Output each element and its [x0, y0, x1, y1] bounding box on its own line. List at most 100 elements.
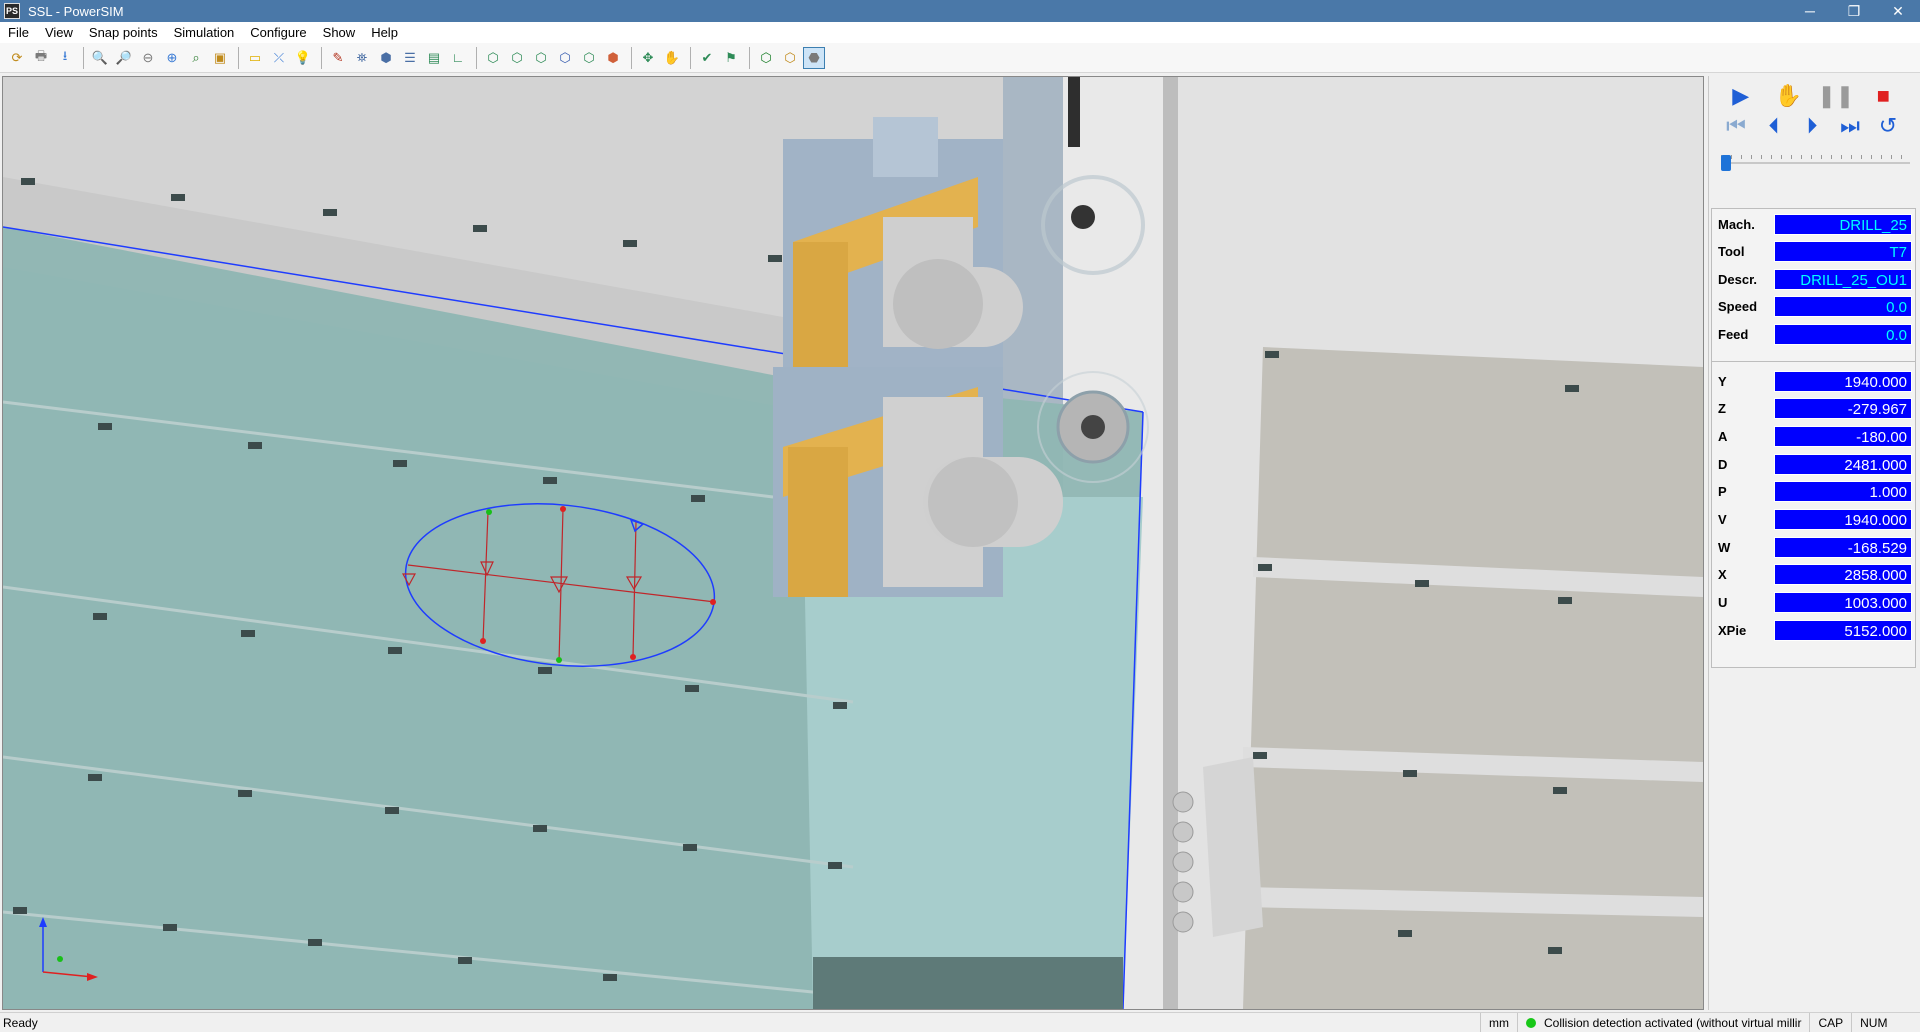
simulation-panel: ▶ ✋ ❚❚ ■ ⏮ ⏴ ⏵ ⏭ ↺ Mach. DRILL_25 Tool T7 Descr. DRI…	[1708, 76, 1918, 1010]
menu-configure[interactable]: Configure	[242, 25, 314, 40]
close-button[interactable]: ✕	[1876, 0, 1920, 22]
restore-button[interactable]: ❐	[1832, 0, 1876, 22]
3d-viewport[interactable]	[2, 76, 1704, 1010]
refresh-icon[interactable]: ⟳	[6, 47, 28, 69]
field-speed: Speed 0.0	[1712, 295, 1915, 319]
slider-ticks	[1721, 155, 1910, 159]
field-value: 5152.000	[1774, 619, 1912, 641]
field-label: Z	[1718, 401, 1726, 417]
table-icon[interactable]: ▤	[423, 47, 445, 69]
menu-show[interactable]: Show	[315, 25, 364, 40]
fit-view-icon[interactable]: ▣	[209, 47, 231, 69]
menu-view[interactable]: View	[37, 25, 81, 40]
field-p: P 1.000	[1712, 480, 1915, 504]
field-label: Feed	[1718, 326, 1749, 342]
panel-divider	[1712, 361, 1915, 362]
zoom-in-icon[interactable]: 🔍	[89, 47, 111, 69]
light-icon[interactable]: 💡	[292, 47, 314, 69]
field-label: X	[1718, 567, 1727, 583]
zoom-plus-icon[interactable]: ⊕	[161, 47, 183, 69]
view-right-icon[interactable]: ⬡	[554, 47, 576, 69]
wire-icon[interactable]: ⬡	[779, 47, 801, 69]
field-v: V 1940.000	[1712, 508, 1915, 532]
menu-simulation[interactable]: Simulation	[166, 25, 243, 40]
playback-controls-row-1: ▶ ✋ ❚❚ ■	[1717, 81, 1907, 111]
status-collision-text: Collision detection activated (without v…	[1544, 1015, 1802, 1030]
status-ready: Ready	[3, 1015, 38, 1030]
field-feed: Feed 0.0	[1712, 322, 1915, 346]
rewind-icon[interactable]: ↺	[1871, 111, 1905, 141]
field-value: 0.0	[1774, 323, 1912, 345]
hand-icon[interactable]: ✋	[1771, 81, 1805, 111]
zoom-out-icon[interactable]: ⊖	[137, 47, 159, 69]
menu-snap-points[interactable]: Snap points	[81, 25, 166, 40]
field-value: -180.00	[1774, 425, 1912, 447]
slider-thumb[interactable]	[1721, 155, 1731, 171]
app-icon: PS	[4, 3, 20, 19]
field-z: Z -279.967	[1712, 397, 1915, 421]
field-tool: Tool T7	[1712, 240, 1915, 264]
toolbar-separator	[83, 46, 84, 69]
move-icon[interactable]: ✥	[637, 47, 659, 69]
pause-icon[interactable]: ❚❚	[1817, 81, 1854, 111]
field-value: 1.000	[1774, 481, 1912, 503]
playback-controls-row-2: ⏮ ⏴ ⏵ ⏭ ↺	[1717, 111, 1907, 141]
play-icon[interactable]: ▶	[1724, 81, 1758, 111]
view-back-icon[interactable]: ⬡	[506, 47, 528, 69]
shape-icon[interactable]: ⬡	[755, 47, 777, 69]
field-descr: Descr. DRILL_25_OU1	[1712, 267, 1915, 291]
pan-icon[interactable]: ✋	[661, 47, 683, 69]
view-iso-icon[interactable]: ⬢	[602, 47, 624, 69]
field-label: Y	[1718, 373, 1727, 389]
minimize-button[interactable]: ─	[1788, 0, 1832, 22]
field-value: 2858.000	[1774, 564, 1912, 586]
flag-icon[interactable]: ⚑	[720, 47, 742, 69]
part-icon[interactable]: ⬢	[375, 47, 397, 69]
toolbar-separator	[749, 46, 750, 69]
box-icon[interactable]: ▭	[244, 47, 266, 69]
menu-bar: File View Snap points Simulation Configu…	[0, 22, 1920, 43]
field-u: U 1003.000	[1712, 591, 1915, 615]
field-mach: Mach. DRILL_25	[1712, 212, 1915, 236]
save-icon[interactable]: ⭳	[54, 47, 76, 69]
step-back-icon[interactable]: ⏴	[1757, 111, 1791, 141]
toolbar: ⟳ 🖶 ⭳ 🔍 🔎 ⊖ ⊕ ⌕ ▣ ▭ ⤫ 💡 ✎ ⛯ ⬢ ☰ ▤ ∟ ⬡ ⬡ ⬡ ⬡ ⬡ ⬢ ✥ ✋ ✔ ⚑ ⬡ ⬡ ⬣	[0, 43, 1920, 73]
menu-help[interactable]: Help	[363, 25, 406, 40]
field-value: 1940.000	[1774, 509, 1912, 530]
zoom-window-icon[interactable]: 🔎	[113, 47, 135, 69]
simulation-slider[interactable]	[1721, 153, 1910, 173]
toolbar-separator	[631, 46, 632, 69]
pen-icon[interactable]: ✎	[327, 47, 349, 69]
toolbar-separator	[238, 46, 239, 69]
status-num: NUM	[1851, 1013, 1895, 1032]
field-value: DRILL_25_OU1	[1774, 268, 1912, 290]
print-icon[interactable]: 🖶	[30, 47, 52, 69]
menu-file[interactable]: File	[0, 25, 37, 40]
view-top-icon[interactable]: ⬡	[578, 47, 600, 69]
skip-start-icon[interactable]: ⏮	[1719, 111, 1753, 141]
field-label: XPie	[1718, 622, 1747, 638]
field-y: Y 1940.000	[1712, 369, 1915, 393]
cursor-icon[interactable]: ⤫	[268, 47, 290, 69]
tool-icon[interactable]: ⛯	[351, 47, 373, 69]
toolbar-separator	[690, 46, 691, 69]
view-front-icon[interactable]: ⬡	[482, 47, 504, 69]
field-value: 2481.000	[1774, 453, 1912, 475]
view-left-icon[interactable]: ⬡	[530, 47, 552, 69]
check-icon[interactable]: ✔	[696, 47, 718, 69]
skip-end-icon[interactable]: ⏭	[1833, 111, 1867, 141]
stop-icon[interactable]: ■	[1866, 81, 1900, 111]
step-forward-icon[interactable]: ⏵	[1795, 111, 1829, 141]
field-label: D	[1718, 456, 1728, 472]
field-label: A	[1718, 428, 1728, 444]
field-value: -279.967	[1774, 398, 1912, 420]
status-cap: CAP	[1809, 1013, 1851, 1032]
window-title: SSL - PowerSIM	[28, 3, 124, 19]
angle-icon[interactable]: ∟	[447, 47, 469, 69]
zoom-fit-icon[interactable]: ⌕	[185, 47, 207, 69]
field-w: W -168.529	[1712, 535, 1915, 559]
field-label: Mach.	[1718, 216, 1755, 232]
list-icon[interactable]: ☰	[399, 47, 421, 69]
status-units: mm	[1480, 1013, 1517, 1032]
shield-icon[interactable]: ⬣	[803, 46, 825, 69]
